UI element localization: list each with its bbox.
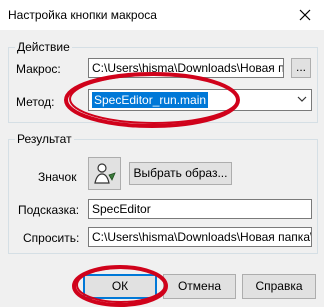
cancel-button[interactable]: Отмена (163, 274, 236, 299)
icon-label: Значок (38, 170, 77, 184)
browse-button[interactable]: ... (291, 58, 311, 78)
macro-label: Макрос: (16, 62, 61, 76)
method-select[interactable]: SpecEditor_run.main (88, 89, 312, 111)
ok-button[interactable]: ОК (83, 274, 157, 299)
method-label: Метод: (16, 95, 55, 109)
window-title: Настройка кнопки макроса (8, 8, 157, 22)
close-icon[interactable] (294, 4, 316, 26)
tooltip-label: Подсказка: (18, 203, 80, 217)
method-selected-value: SpecEditor_run.main (92, 92, 209, 108)
ask-field[interactable]: C:\Users\hisma\Downloads\Новая папка\ (88, 227, 312, 247)
choose-image-button[interactable]: Выбрать образ... (129, 162, 232, 185)
tooltip-field[interactable]: SpecEditor (88, 199, 312, 219)
title-bar: Настройка кнопки макроса (0, 0, 324, 30)
ask-label: Спросить: (23, 231, 80, 245)
action-group-title: Действие (15, 40, 72, 54)
icon-picker-button[interactable] (88, 157, 121, 190)
macro-field[interactable]: C:\Users\hisma\Downloads\Новая п (88, 58, 284, 78)
help-button[interactable]: Справка (242, 274, 316, 299)
result-group-title: Результат (15, 132, 74, 146)
chevron-down-icon (297, 96, 307, 102)
person-icon (94, 163, 116, 184)
